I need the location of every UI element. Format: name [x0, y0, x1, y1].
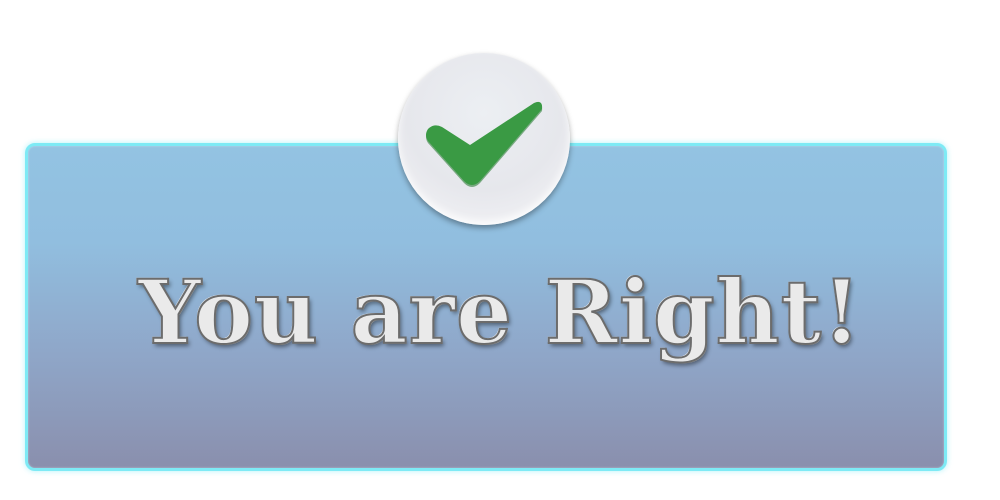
checkmark-icon	[426, 101, 543, 187]
result-message: You are Right!	[137, 260, 862, 364]
success-badge	[398, 53, 570, 225]
result-dialog: You are Right!	[0, 0, 1000, 500]
